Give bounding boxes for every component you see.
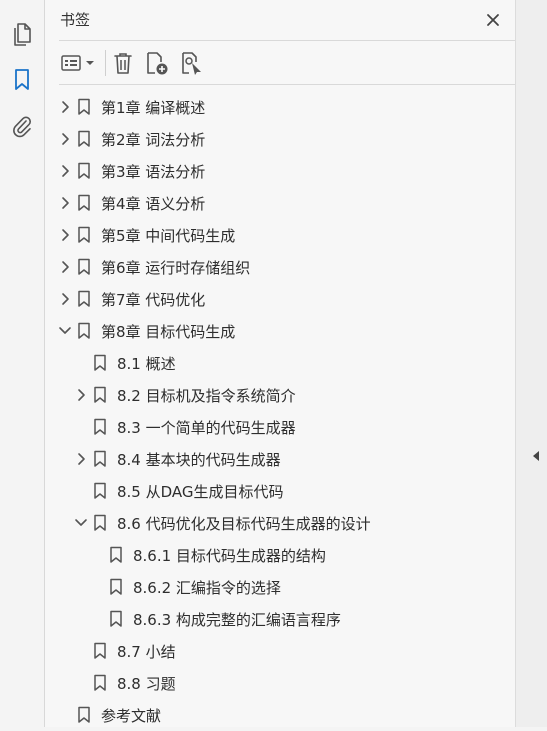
triangle-left-icon <box>533 451 539 461</box>
delete-icon <box>114 53 132 74</box>
bookmark-label: 第6章 运行时存储组织 <box>101 259 251 277</box>
bookmark-icon <box>93 482 107 500</box>
new-bookmark-button[interactable] <box>143 48 171 78</box>
bookmark-item[interactable]: 第8章 目标代码生成 <box>45 315 515 347</box>
bookmark-item[interactable]: 第1章 编译概述 <box>45 91 515 123</box>
bookmark-icon <box>93 354 107 372</box>
toolbar-divider-line <box>59 84 515 85</box>
options-menu-icon <box>61 55 94 71</box>
bookmark-icon <box>77 226 91 244</box>
new-bookmark-from-structure-button[interactable] <box>177 48 207 78</box>
bookmark-label: 第5章 中间代码生成 <box>101 227 236 245</box>
document-area-edge <box>516 0 547 727</box>
bookmark-item[interactable]: 第4章 语义分析 <box>45 187 515 219</box>
bookmark-label: 8.2 目标机及指令系统简介 <box>117 387 296 405</box>
bookmark-item[interactable]: 第2章 词法分析 <box>45 123 515 155</box>
bookmark-icon <box>77 130 91 148</box>
bookmark-item[interactable]: 8.6.1 目标代码生成器的结构 <box>45 539 515 571</box>
bookmark-icon <box>109 546 123 564</box>
bookmark-item[interactable]: 8.3 一个简单的代码生成器 <box>45 411 515 443</box>
bookmark-label: 参考文献 <box>101 707 162 725</box>
navigation-rail <box>0 0 45 727</box>
bookmark-item[interactable]: 参考文献 <box>45 699 515 731</box>
bookmark-icon <box>93 514 107 532</box>
bookmark-icon <box>93 642 107 660</box>
bookmark-item[interactable]: 第6章 运行时存储组织 <box>45 251 515 283</box>
chevron-right-icon[interactable] <box>57 99 73 115</box>
panel-header: 书签 <box>45 0 515 40</box>
bookmark-label: 8.6.2 汇编指令的选择 <box>133 579 281 597</box>
bookmark-item[interactable]: 8.7 小结 <box>45 635 515 667</box>
bookmark-item[interactable]: 8.6 代码优化及目标代码生成器的设计 <box>45 507 515 539</box>
new-bookmark-from-structure-icon <box>182 52 201 75</box>
bookmark-icon <box>93 418 107 436</box>
bookmark-item[interactable]: 第3章 语法分析 <box>45 155 515 187</box>
panel-title: 书签 <box>60 11 91 29</box>
bookmark-label: 8.4 基本块的代码生成器 <box>117 451 281 469</box>
bookmark-item[interactable]: 8.6.3 构成完整的汇编语言程序 <box>45 603 515 635</box>
chevron-right-icon[interactable] <box>73 451 89 467</box>
new-bookmark-icon <box>147 52 168 75</box>
bookmark-icon <box>93 674 107 692</box>
bookmark-item[interactable]: 第5章 中间代码生成 <box>45 219 515 251</box>
bookmark-item[interactable]: 8.6.2 汇编指令的选择 <box>45 571 515 603</box>
bookmark-label: 8.3 一个简单的代码生成器 <box>117 419 296 437</box>
bookmark-item[interactable]: 8.2 目标机及指令系统简介 <box>45 379 515 411</box>
chevron-down-icon[interactable] <box>73 515 89 531</box>
pages-icon <box>14 23 31 46</box>
pages-panel-button[interactable] <box>8 20 36 48</box>
bookmark-label: 8.6.3 构成完整的汇编语言程序 <box>133 611 341 629</box>
bookmark-icon <box>109 578 123 596</box>
bookmarks-panel: 书签 第1章 编译概述 第2章 词法分析 第3章 语法分析 第4章 语义分析 第… <box>45 0 515 727</box>
bookmark-icon <box>77 258 91 276</box>
close-icon <box>487 14 499 26</box>
bookmark-icon <box>77 706 91 724</box>
bookmark-icon <box>93 450 107 468</box>
bookmark-item[interactable]: 8.5 从DAG生成目标代码 <box>45 475 515 507</box>
delete-bookmark-button[interactable] <box>109 48 137 78</box>
bookmark-icon <box>77 98 91 116</box>
toolbar-divider <box>105 50 106 76</box>
bookmarks-toolbar <box>45 44 515 82</box>
bookmark-label: 第3章 语法分析 <box>101 163 206 181</box>
bookmark-label: 8.5 从DAG生成目标代码 <box>117 483 284 501</box>
bookmark-icon <box>77 290 91 308</box>
bookmark-item[interactable]: 第7章 代码优化 <box>45 283 515 315</box>
chevron-right-icon[interactable] <box>57 195 73 211</box>
chevron-right-icon[interactable] <box>57 131 73 147</box>
bookmark-icon <box>109 610 123 628</box>
bookmark-item[interactable]: 8.8 习题 <box>45 667 515 699</box>
bookmark-label: 第7章 代码优化 <box>101 291 206 309</box>
bookmark-icon <box>93 386 107 404</box>
chevron-right-icon[interactable] <box>57 227 73 243</box>
bookmark-label: 第8章 目标代码生成 <box>101 323 236 341</box>
bookmark-label: 第1章 编译概述 <box>101 99 206 117</box>
chevron-right-icon[interactable] <box>73 387 89 403</box>
bookmark-icon <box>77 322 91 340</box>
chevron-right-icon[interactable] <box>57 259 73 275</box>
close-panel-button[interactable] <box>483 10 503 30</box>
bookmark-icon <box>77 194 91 212</box>
bookmark-label: 8.6.1 目标代码生成器的结构 <box>133 547 326 565</box>
bookmark-item[interactable]: 8.1 概述 <box>45 347 515 379</box>
chevron-down-icon[interactable] <box>57 323 73 339</box>
attachment-icon <box>13 116 31 138</box>
header-divider <box>59 40 515 41</box>
bookmark-icon <box>77 162 91 180</box>
bookmark-label: 第4章 语义分析 <box>101 195 206 213</box>
bookmark-label: 8.6 代码优化及目标代码生成器的设计 <box>117 515 371 533</box>
bookmark-icon <box>15 69 29 90</box>
bookmarks-panel-button[interactable] <box>8 66 36 94</box>
attachments-panel-button[interactable] <box>8 112 36 140</box>
chevron-right-icon[interactable] <box>57 291 73 307</box>
chevron-right-icon[interactable] <box>57 163 73 179</box>
bookmark-label: 8.8 习题 <box>117 675 176 693</box>
bookmark-label: 8.1 概述 <box>117 355 176 373</box>
collapse-panel-handle[interactable] <box>530 448 542 464</box>
options-menu-button[interactable] <box>59 48 97 78</box>
bookmark-item[interactable]: 8.4 基本块的代码生成器 <box>45 443 515 475</box>
bookmark-label: 第2章 词法分析 <box>101 131 206 149</box>
bookmark-label: 8.7 小结 <box>117 643 176 661</box>
